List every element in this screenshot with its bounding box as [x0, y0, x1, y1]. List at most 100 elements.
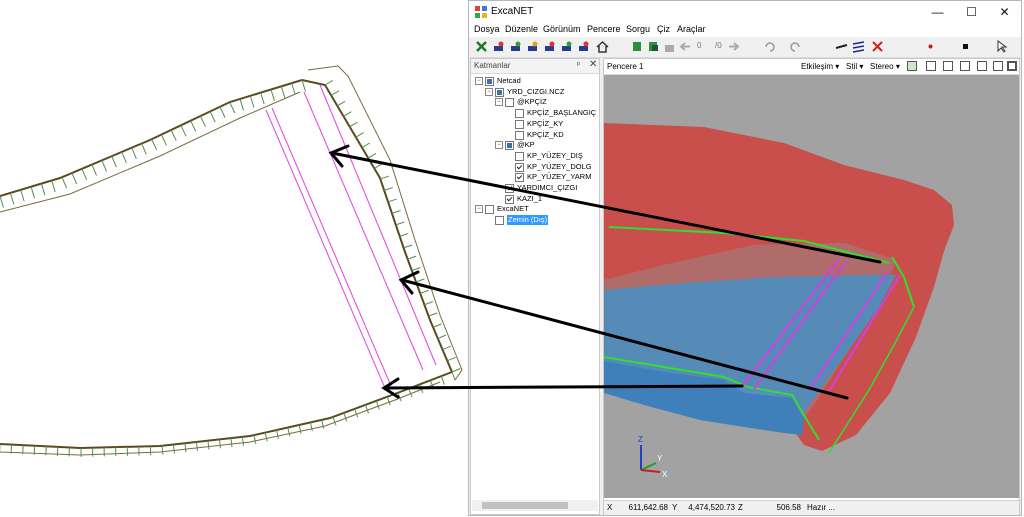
pointer-icon[interactable] [995, 40, 1008, 53]
slope-tick [30, 186, 35, 199]
menu-araclar[interactable]: Araçlar [677, 24, 706, 34]
slope-tick [380, 175, 390, 180]
slope-tick [432, 323, 442, 328]
layout-2-icon[interactable] [943, 61, 953, 71]
layer-checkbox[interactable] [515, 130, 524, 140]
stil-dropdown[interactable]: Stil ▾ [846, 62, 863, 71]
layer-tool-3-icon[interactable] [526, 40, 539, 53]
home-icon[interactable] [596, 40, 609, 53]
square-point-icon[interactable] [959, 40, 972, 53]
status-x-value: 611,642.68 [628, 503, 668, 512]
expand-toggle-icon[interactable]: − [495, 141, 503, 150]
slope-tick [61, 176, 68, 189]
layer-checkbox[interactable] [495, 216, 504, 226]
point-icon[interactable] [924, 40, 937, 53]
slope-tick [131, 147, 137, 159]
layer-checkbox[interactable] [485, 205, 494, 215]
undo-icon[interactable] [763, 40, 776, 53]
back-arrow-icon[interactable] [679, 40, 692, 53]
slope-tick [399, 233, 409, 237]
pin-icon[interactable]: ᵖ [577, 60, 580, 69]
menu-dosya[interactable]: Dosya [474, 24, 500, 34]
slope-tick [160, 134, 167, 146]
layer-tool-4-icon[interactable] [543, 40, 556, 53]
layer-checkbox[interactable] [485, 77, 494, 86]
menu-sorgu[interactable]: Sorgu [626, 24, 650, 34]
window-maximize-icon[interactable] [1007, 61, 1017, 71]
layer-checkbox[interactable] [505, 98, 514, 108]
plan-slope-ticks [0, 79, 461, 457]
line-style-icon[interactable] [835, 40, 848, 53]
menu-pencere[interactable]: Pencere [587, 24, 621, 34]
redo-icon[interactable] [789, 40, 802, 53]
status-state: Hazır ... [807, 503, 836, 512]
slope-tick [287, 427, 291, 437]
minimize-button[interactable]: — [921, 1, 954, 23]
plan-outline [0, 79, 453, 450]
layout-1-icon[interactable] [926, 61, 936, 71]
forward-arrow-icon[interactable] [727, 40, 740, 53]
slope-tick [190, 120, 197, 132]
layer-checkbox[interactable] [505, 141, 514, 151]
layer-label: KP_YÜZEY_DIŞ [527, 150, 583, 160]
expand-toggle-icon[interactable]: − [495, 98, 503, 107]
slope-tick [81, 168, 88, 180]
layer-checkbox[interactable] [505, 194, 514, 204]
axis-y-label: Y [657, 454, 663, 463]
expand-toggle-icon[interactable]: − [475, 77, 483, 85]
layout-3-icon[interactable] [960, 61, 970, 71]
panel-close-icon[interactable]: ✕ [589, 59, 597, 70]
close-button[interactable]: ✕ [988, 1, 1021, 23]
layer-checkbox[interactable] [515, 119, 524, 129]
menu-bar: Dosya Düzenle Görünüm Pencere Sorgu Çiz … [469, 23, 1021, 37]
menu-duzenle[interactable]: Düzenle [505, 24, 538, 34]
close-x-icon[interactable] [475, 40, 488, 53]
multi-line-icon[interactable] [852, 40, 865, 53]
slope-tick [354, 408, 359, 418]
etkilesim-dropdown[interactable]: Etkileşim ▾ [801, 62, 839, 71]
layer-checkbox[interactable] [495, 87, 504, 97]
layer-label: KPÇİZ_KD [527, 129, 564, 139]
etkilesim-label: Etkileşim [801, 62, 834, 71]
slope-tick [207, 440, 210, 450]
slope-tick [367, 153, 377, 159]
slope-tick [239, 98, 244, 111]
map-view-icon[interactable] [907, 61, 917, 71]
menu-ciz[interactable]: Çiz [657, 24, 670, 34]
layer-tool-icon[interactable] [492, 40, 505, 53]
layer-checkbox[interactable] [515, 173, 524, 183]
layer-checkbox[interactable] [515, 162, 524, 172]
delete-icon[interactable] [871, 40, 884, 53]
layer-tool-6-icon[interactable] [577, 40, 590, 53]
3d-scene[interactable]: Z Y X [604, 75, 1019, 498]
layer-checkbox[interactable] [515, 151, 524, 161]
window-restore-icon[interactable] [993, 61, 1003, 71]
slope-tick [437, 334, 447, 339]
slope-tick [386, 396, 391, 406]
magenta-line-4 [319, 84, 437, 366]
title-bar[interactable]: ExcaNET — ☐ ✕ [469, 1, 1021, 23]
slope-tick [184, 443, 187, 453]
copy-icon[interactable] [631, 40, 644, 53]
slope-tick [349, 121, 358, 128]
layer-tool-2-icon[interactable] [509, 40, 522, 53]
layout-4-icon[interactable] [977, 61, 987, 71]
slope-tick [451, 371, 456, 381]
stereo-dropdown[interactable]: Stereo ▾ [870, 62, 900, 71]
layer-tool-5-icon[interactable] [560, 40, 573, 53]
layers-horizontal-scrollbar[interactable] [472, 500, 598, 511]
slope-tick [180, 125, 187, 137]
layer-checkbox[interactable] [515, 109, 524, 119]
slope-tick [229, 101, 236, 114]
slope-tick [403, 244, 413, 249]
scrollbar-thumb[interactable] [482, 502, 568, 509]
maximize-button[interactable]: ☐ [955, 1, 988, 23]
expand-toggle-icon[interactable]: − [485, 87, 493, 96]
paste-icon[interactable] [647, 40, 660, 53]
layer-checkbox[interactable] [505, 184, 514, 193]
menu-gorunum[interactable]: Görünüm [543, 24, 581, 34]
expand-toggle-icon[interactable]: − [475, 205, 483, 214]
lock-icon[interactable] [663, 40, 676, 53]
slope-tick [301, 79, 306, 92]
slope-tick [440, 375, 445, 385]
